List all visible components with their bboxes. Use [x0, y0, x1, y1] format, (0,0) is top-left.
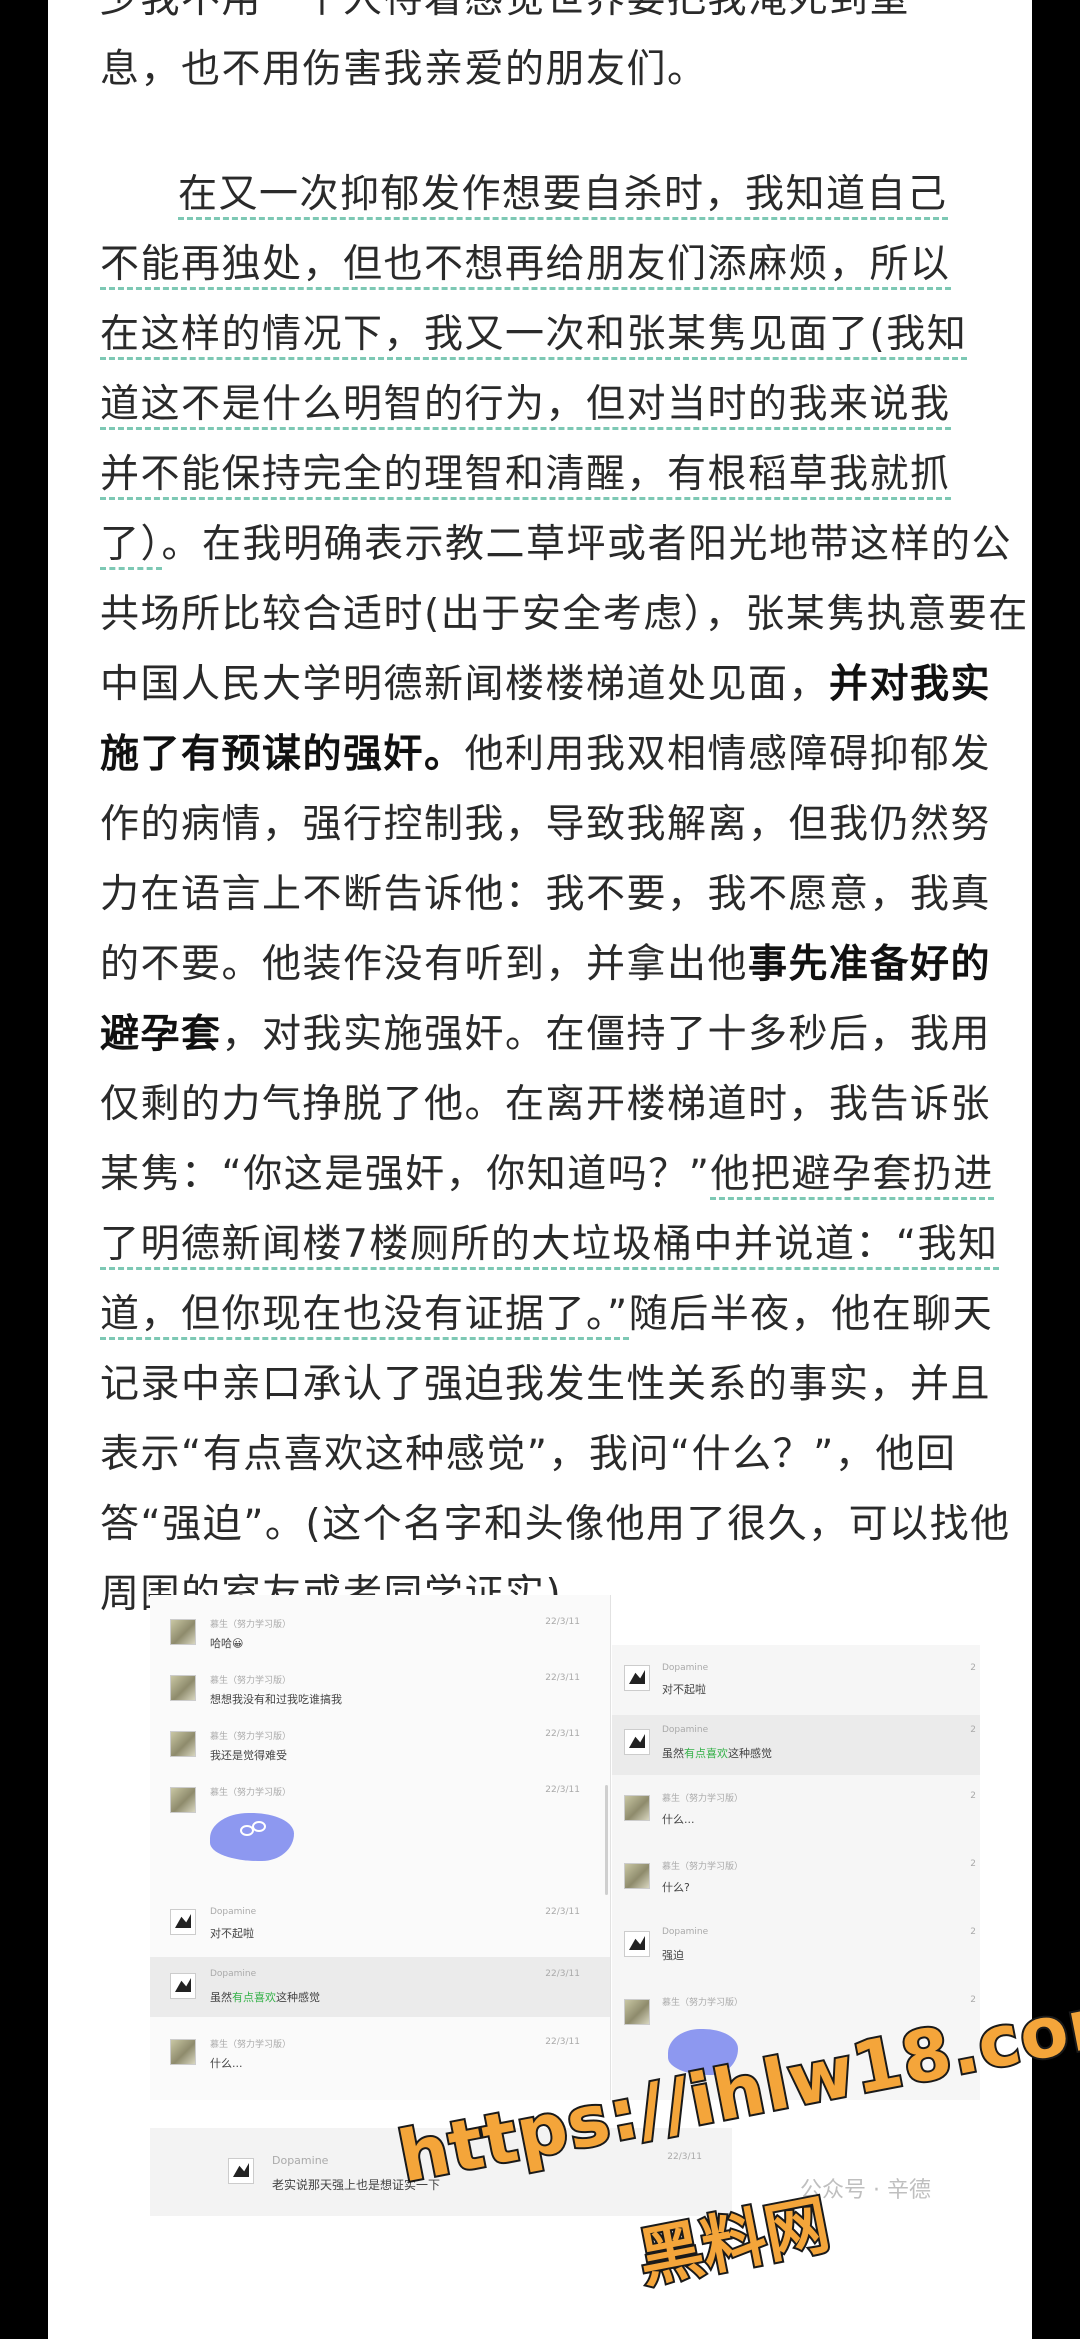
avatar [624, 1999, 650, 2025]
chat-message: 虽然有点喜欢这种感觉 [210, 1989, 320, 2005]
message-text: 虽然 [210, 1991, 232, 2004]
chat-time: 22/3/11 [545, 1673, 580, 1683]
underlined-text: 并不能保持完全的理智和清醒，有根稻草我就抓 [100, 452, 951, 500]
underlined-text: 不能再独处，但也不想再给朋友们添麻烦，所以 [100, 242, 951, 290]
chat-message: 什么? [662, 1881, 690, 1894]
scrollbar [605, 1785, 608, 1895]
chat-row: 慕生（努力学习版） 22/3/11 我还是觉得难受 [150, 1717, 610, 1773]
chat-time: 2 [970, 1725, 976, 1735]
avatar [170, 1973, 196, 1999]
chat-row: 慕生（努力学习版） 22/3/11 哈哈😀 [150, 1605, 610, 1661]
paragraph-1-line-1: 少我不用一个人待着感觉世界要把我淹死到窒 [100, 0, 910, 22]
chat-row: 慕生（努力学习版） 2 什么? [612, 1849, 980, 1909]
avatar [170, 1787, 196, 1813]
highlighted-text: 有点喜欢 [684, 1747, 728, 1760]
chat-name: 慕生（努力学习版） [662, 1998, 744, 2008]
message-text: 这种感觉 [728, 1747, 772, 1760]
avatar [624, 1795, 650, 1821]
chat-name: Dopamine [662, 1927, 709, 1937]
chat-row: Dopamine 2 虽然有点喜欢这种感觉 [612, 1715, 980, 1775]
chat-message: 虽然有点喜欢这种感觉 [662, 1745, 772, 1761]
paragraph-2: 在又一次抑郁发作想要自杀时，我知道自己 不能再独处，但也不想再给朋友们添麻烦，所… [100, 160, 1030, 1630]
chat-message: 什么... [210, 2057, 243, 2070]
message-text: 虽然 [662, 1747, 684, 1760]
chat-row: Dopamine 22/3/11 对不起啦 [150, 1895, 610, 1951]
chat-name: 慕生（努力学习版） [662, 1862, 744, 1872]
chat-name: 慕生（努力学习版） [210, 1676, 292, 1686]
chat-message: 强迫 [662, 1949, 684, 1962]
sticker-eye [252, 1821, 266, 1832]
chat-name: Dopamine [210, 1969, 257, 1979]
underlined-text: 了） [100, 522, 162, 570]
chat-time: 22/3/11 [667, 2152, 702, 2162]
chat-row: Dopamine 2 强迫 [612, 1917, 980, 1977]
chat-name: Dopamine [662, 1663, 709, 1673]
avatar [624, 1863, 650, 1889]
chat-name: 慕生（努力学习版） [210, 2040, 292, 2050]
chat-name: 慕生（努力学习版） [210, 1620, 292, 1630]
paragraph-1: 少我不用一个人待着感觉世界要把我淹死到窒息，也不用伤害我亲爱的朋友们。 [100, 0, 1030, 105]
chat-time: 22/3/11 [545, 1969, 580, 1979]
chat-name: 慕生（努力学习版） [210, 1732, 292, 1742]
chat-time: 2 [970, 1663, 976, 1673]
chat-name: 慕生（努力学习版） [210, 1788, 292, 1798]
chat-time: 22/3/11 [545, 1907, 580, 1917]
underlined-text: 在这样的情况下，我又一次和张某隽见面了(我知 [100, 312, 968, 360]
chat-name: Dopamine [272, 2154, 329, 2167]
chat-row: 慕生（努力学习版） 22/3/11 想想我没有和过我吃谁搞我 [150, 1661, 610, 1717]
avatar [228, 2158, 254, 2184]
chat-time: 22/3/11 [545, 1785, 580, 1795]
avatar [170, 1675, 196, 1701]
chat-message: 想想我没有和过我吃谁搞我 [210, 1693, 342, 1706]
message-text: 这种感觉 [276, 1991, 320, 2004]
chat-message: 对不起啦 [210, 1927, 254, 1940]
message-text: 哈哈 [210, 1637, 232, 1650]
highlighted-text: 有点喜欢 [232, 1991, 276, 2004]
chat-row: 慕生（努力学习版） 22/3/11 [150, 1773, 610, 1885]
chat-row: 慕生（努力学习版） 22/3/11 什么... [150, 2025, 610, 2081]
avatar [624, 1729, 650, 1755]
blob-sticker-icon [210, 1813, 294, 1861]
chat-message: 哈哈😀 [210, 1635, 243, 1651]
chat-time: 22/3/11 [545, 2037, 580, 2047]
chat-time: 22/3/11 [545, 1617, 580, 1627]
underlined-text: 道这不是什么明智的行为，但对当时的我来说我 [100, 382, 951, 430]
chat-time: 2 [970, 1859, 976, 1869]
avatar [624, 1665, 650, 1691]
chat-name: 慕生（努力学习版） [662, 1794, 744, 1804]
chat-time: 22/3/11 [545, 1729, 580, 1739]
avatar [624, 1931, 650, 1957]
chat-time: 2 [970, 1791, 976, 1801]
chat-screenshot-left: 慕生（努力学习版） 22/3/11 哈哈😀 慕生（努力学习版） 22/3/11 … [150, 1595, 611, 2100]
avatar [170, 2039, 196, 2065]
chat-row: Dopamine 22/3/11 虽然有点喜欢这种感觉 [150, 1957, 610, 2017]
chat-message: 我还是觉得难受 [210, 1749, 287, 1762]
avatar [170, 1909, 196, 1935]
chat-message: 什么... [662, 1813, 695, 1826]
chat-time: 2 [970, 1927, 976, 1937]
chat-name: Dopamine [662, 1725, 709, 1735]
paragraph-1-line-2: 息，也不用伤害我亲爱的朋友们。 [100, 47, 708, 92]
chat-row: 慕生（努力学习版） 2 什么... [612, 1781, 980, 1841]
chat-row: Dopamine 2 对不起啦 [612, 1653, 980, 1709]
body-text: 随后半夜，他在聊天记录中亲口承认了强迫我发生性关系的事实，并且表示“有点喜欢这种… [100, 1292, 1011, 1617]
underlined-text: 在又一次抑郁发作想要自杀时，我知道自己 [178, 172, 948, 220]
avatar [170, 1619, 196, 1645]
chat-message: 对不起啦 [662, 1683, 706, 1696]
smile-emoji-icon: 😀 [232, 1637, 244, 1650]
chat-name: Dopamine [210, 1907, 257, 1917]
avatar [170, 1731, 196, 1757]
